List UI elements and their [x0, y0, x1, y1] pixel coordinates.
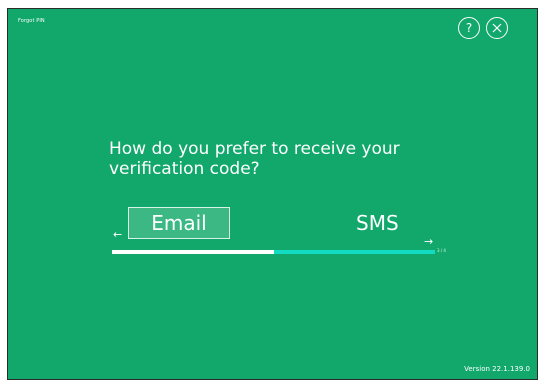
- window-title: Forgot PIN: [18, 18, 45, 24]
- sms-option-button[interactable]: SMS: [356, 211, 399, 235]
- progress-remaining: [273, 250, 435, 254]
- step-counter: 3 / 4: [437, 248, 446, 253]
- arrow-left-icon[interactable]: ←: [113, 228, 122, 241]
- verification-question: How do you prefer to receive your verifi…: [109, 139, 400, 179]
- progress-bar: [112, 250, 435, 254]
- arrow-right-icon[interactable]: →: [424, 235, 433, 248]
- version-label: Version 22.1.139.0: [464, 365, 530, 373]
- forgot-pin-window: Forgot PIN ? How do you prefer to receiv…: [7, 8, 538, 380]
- help-button[interactable]: ?: [458, 17, 480, 39]
- progress-fill: [112, 250, 274, 254]
- close-button[interactable]: [486, 17, 508, 39]
- question-mark-icon: ?: [465, 21, 473, 35]
- email-option-button[interactable]: Email: [128, 207, 230, 239]
- close-icon: [492, 23, 502, 33]
